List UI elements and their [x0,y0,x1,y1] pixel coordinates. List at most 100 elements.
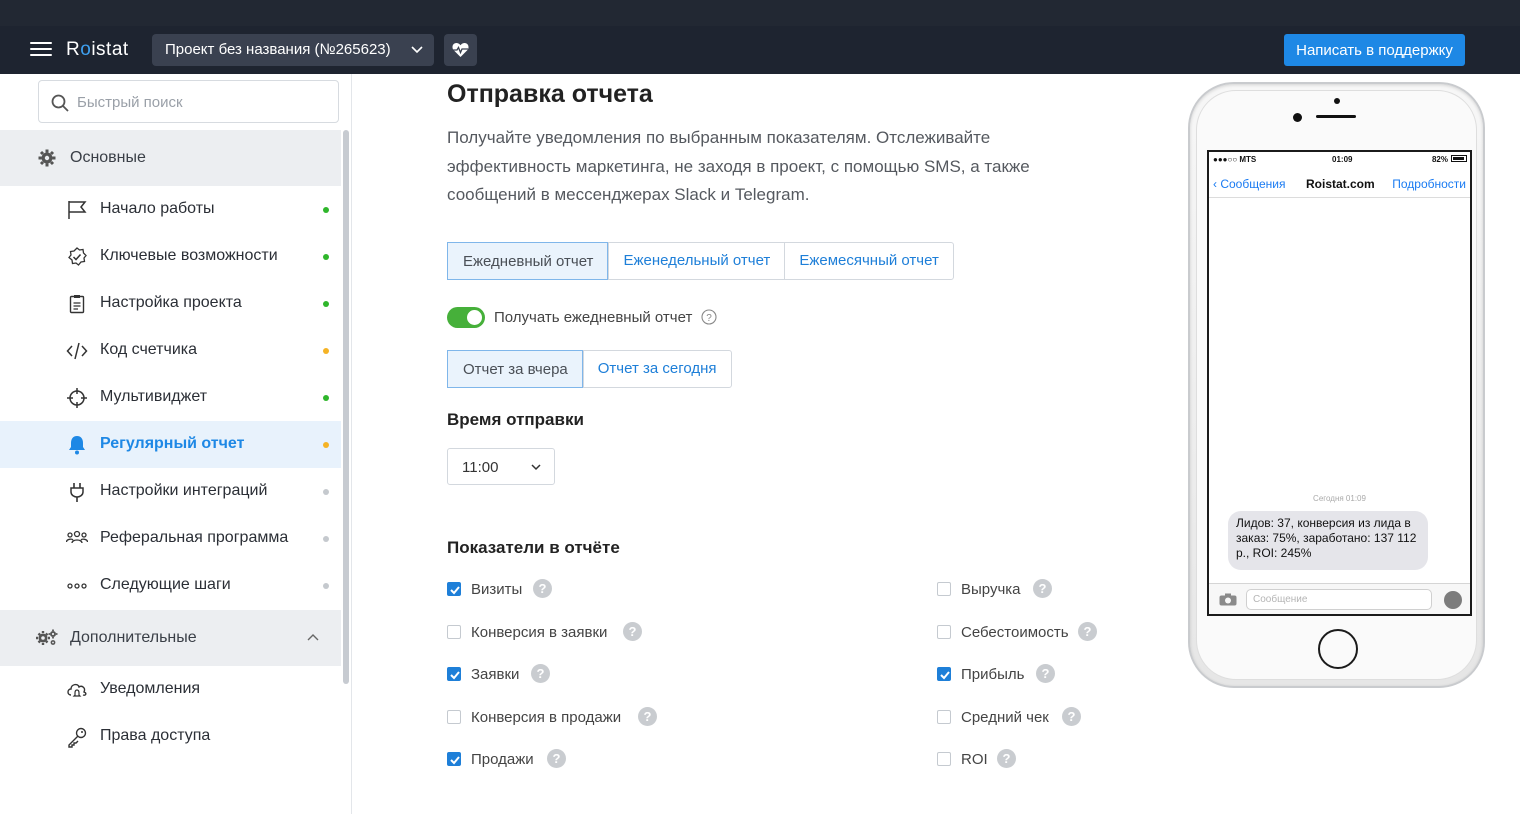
checkbox[interactable] [937,582,951,596]
status-dot [323,583,329,589]
sidebar-item-getting-started[interactable]: Начало работы [0,186,341,233]
section-main[interactable]: Основные [0,130,341,186]
chevron-down-icon [531,464,541,471]
section-additional[interactable]: Дополнительные [0,610,341,666]
chevron-up-icon[interactable] [307,632,319,644]
roistat-logo[interactable]: Roistat [66,39,129,61]
send-time-select[interactable]: 11:00 [447,448,555,485]
health-button[interactable] [444,34,477,66]
sidebar-item-project-settings[interactable]: Настройка проекта [0,280,341,327]
sidebar-item-notifications[interactable]: Уведомления [0,666,341,713]
svg-text:?: ? [706,313,712,324]
metric-sales[interactable]: Продажи ? [447,749,577,771]
checkbox[interactable] [447,582,461,596]
checkbox[interactable] [447,667,461,681]
sidebar-item-label: Регулярный отчет [100,435,245,452]
metric-conversion-sales[interactable]: Конверсия в продажи ? [447,707,667,729]
help-icon[interactable]: ? [1036,664,1055,683]
metric-label: Себестоимость [961,624,1069,641]
dots-icon [67,583,87,589]
message-input-bar: Сообщение [1209,583,1470,614]
svg-text:?: ? [1084,624,1092,639]
sidebar-item-access-rights[interactable]: Права доступа [0,713,341,760]
phone-screen: ●●●○○ MTS 01:09 82% ‹ Сообщения Roistat.… [1207,150,1472,616]
phone-status-bar: ●●●○○ MTS 01:09 82% [1209,152,1470,166]
help-icon[interactable]: ? [638,707,657,726]
help-icon[interactable]: ? [547,749,566,768]
help-icon[interactable]: ? [997,749,1016,768]
sidebar-item-counter-code[interactable]: Код счетчика [0,327,341,374]
svg-text:?: ? [537,666,545,681]
report-period-tabs: Отчет за вчера Отчет за сегодня [447,350,732,388]
help-icon[interactable]: ? [1062,707,1081,726]
sidebar-item-multiwidget[interactable]: Мультивиджет [0,374,341,421]
tab-report-today[interactable]: Отчет за сегодня [582,351,731,387]
help-icon[interactable]: ? [531,664,550,683]
clipboard-icon [69,295,85,314]
sidebar-item-integrations[interactable]: Настройки интеграций [0,468,341,515]
metric-label: Выручка [961,581,1021,598]
sms-message-bubble: Лидов: 37, конверсия из лида в заказ: 75… [1228,511,1428,570]
checkbox[interactable] [447,625,461,639]
help-icon[interactable]: ? [623,622,642,641]
checkbox[interactable] [937,667,951,681]
project-select[interactable]: Проект без названия (№265623) [152,34,434,66]
phone-camera [1293,113,1302,122]
metric-visits[interactable]: Визиты ? [447,579,577,601]
message-timestamp: Сегодня 01:09 [1313,494,1366,503]
search-icon [51,94,69,112]
help-icon[interactable]: ? [1078,622,1097,641]
metric-label: Средний чек [961,709,1049,726]
checkbox[interactable] [447,752,461,766]
metric-label: Визиты [471,581,523,598]
sidebar-item-regular-report[interactable]: Регулярный отчет [0,421,341,468]
checkbox[interactable] [447,710,461,724]
tab-daily-report[interactable]: Ежедневный отчет [447,242,609,280]
sidebar-scrollbar[interactable] [343,130,349,684]
support-button[interactable]: Написать в поддержку [1284,34,1465,66]
svg-text:?: ? [1003,751,1011,766]
metric-revenue[interactable]: Выручка ? [937,579,1067,601]
tab-monthly-report[interactable]: Ежемесячный отчет [784,243,953,279]
metric-profit[interactable]: Прибыль ? [937,664,1067,686]
phone-preview: ●●●○○ MTS 01:09 82% ‹ Сообщения Roistat.… [1188,82,1485,688]
metric-roi[interactable]: ROI ? [937,749,1037,771]
svg-text:?: ? [553,751,561,766]
phone-home-button [1318,629,1358,669]
metric-leads[interactable]: Заявки ? [447,664,577,686]
chevron-down-icon [411,46,423,54]
phone-sensor [1334,98,1340,104]
cloud-bell-icon [67,683,87,697]
checkbox[interactable] [937,625,951,639]
help-icon[interactable]: ? [533,579,552,598]
checkmark-icon [450,756,460,765]
sidebar-item-referral[interactable]: Реферальная программа [0,515,341,562]
tab-weekly-report[interactable]: Еженедельный отчет [608,243,784,279]
status-dot [323,442,329,448]
sidebar-item-label: Мультивиджет [100,388,208,405]
svg-text:?: ? [644,709,652,724]
phone-time: 01:09 [1332,155,1353,164]
crosshair-icon [67,388,87,408]
flag-icon [68,201,87,219]
code-icon [66,342,88,360]
metric-cost[interactable]: Себестоимость ? [937,622,1107,644]
section-main-label: Основные [70,149,146,166]
menu-icon[interactable] [30,39,52,59]
sidebar-item-label: Настройка проекта [100,294,242,311]
checkbox[interactable] [937,752,951,766]
help-icon[interactable]: ? [701,309,717,325]
checkbox[interactable] [937,710,951,724]
sidebar: Основные Начало работы Ключевые возможно… [0,74,352,814]
search-input[interactable] [77,91,327,113]
sidebar-item-key-features[interactable]: Ключевые возможности [0,233,341,280]
sidebar-item-next-steps[interactable]: Следующие шаги [0,562,341,609]
svg-text:?: ? [1042,666,1050,681]
tab-report-yesterday[interactable]: Отчет за вчера [447,350,583,388]
daily-report-toggle[interactable] [447,307,485,328]
page-title: Отправка отчета [447,80,653,108]
quick-search[interactable] [38,80,339,123]
metric-average-check[interactable]: Средний чек ? [937,707,1087,729]
metric-conversion-leads[interactable]: Конверсия в заявки ? [447,622,647,644]
help-icon[interactable]: ? [1033,579,1052,598]
